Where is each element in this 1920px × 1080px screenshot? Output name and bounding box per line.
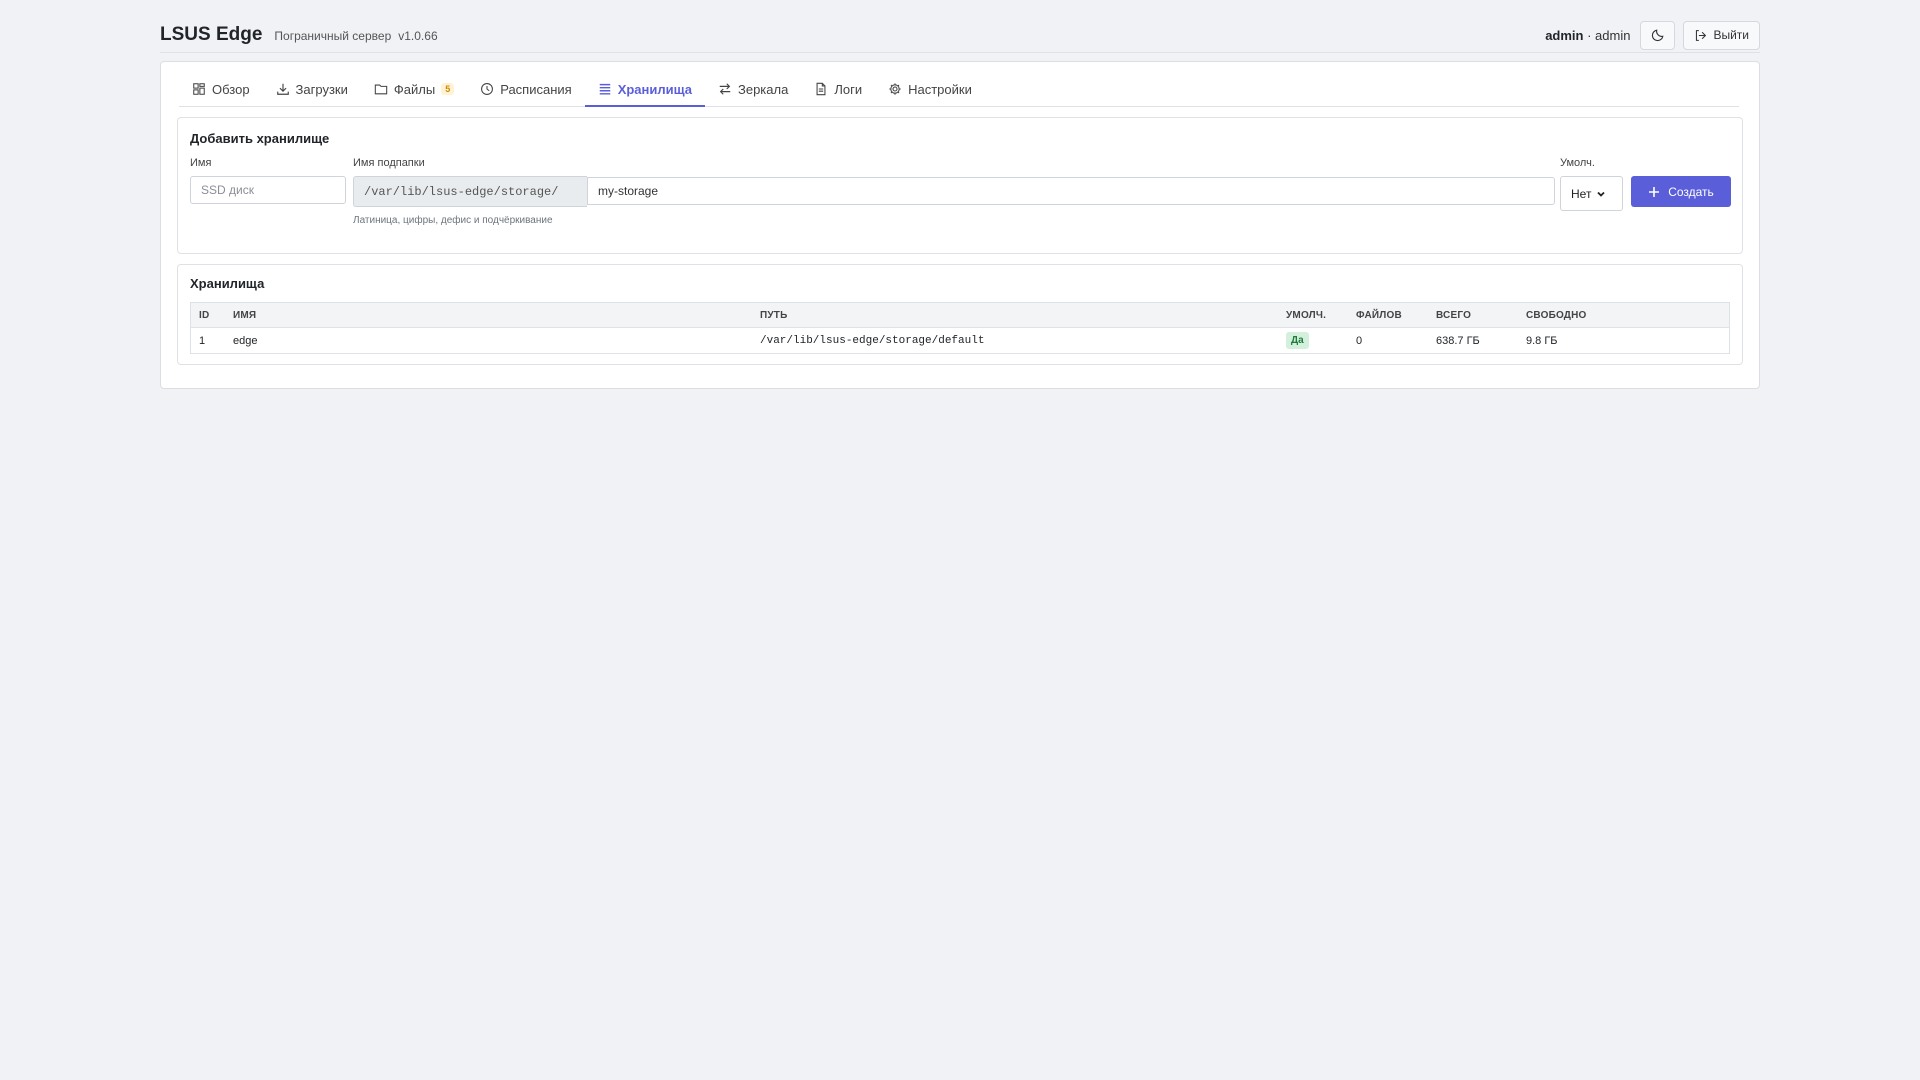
header-divider [160,52,1760,53]
tab-schedules[interactable]: Расписания [467,73,584,107]
storages-card: Хранилища ID ИМЯ ПУТЬ УМОЛЧ. ФАЙЛОВ ВСЕГ… [177,264,1743,365]
tab-downloads[interactable]: Загрузки [263,73,361,107]
folder-icon [374,84,388,95]
brand: LSUS Edge Пограничный сервер v1.0.66 [160,24,438,46]
cell-free: 9.8 ГБ [1526,334,1558,347]
chevron-down-icon [1597,191,1606,197]
user-name: admin [1545,27,1584,43]
app-header: LSUS Edge Пограничный сервер v1.0.66 adm… [160,18,1760,52]
cell-total: 638.7 ГБ [1436,334,1480,347]
col-free: СВОБОДНО [1518,302,1730,328]
theme-toggle-button[interactable] [1640,20,1676,50]
files-count-badge: 5 [441,83,455,95]
col-id: ID [190,302,225,328]
main-panel: Обзор Загрузки Файлы 5 Расписания Хранил… [160,61,1760,389]
cell-default: Да [1278,328,1348,354]
tab-storages[interactable]: Хранилища [584,73,705,107]
plus-icon [1649,186,1660,197]
gear-icon [889,83,901,95]
cell-files: 0 [1356,334,1363,347]
swap-icon [719,83,731,95]
subfolder-input[interactable] [587,177,1555,205]
tab-bar: Обзор Загрузки Файлы 5 Расписания Хранил… [179,73,1739,107]
tab-mirrors[interactable]: Зеркала [705,73,801,107]
tab-label: Зеркала [737,81,789,97]
add-storage-card: Добавить хранилище Имя Имя подпапки /var… [177,117,1743,254]
name-label: Имя [190,157,212,169]
storages-table: ID ИМЯ ПУТЬ УМОЛЧ. ФАЙЛОВ ВСЕГО СВОБОДНО… [190,302,1730,354]
name-input[interactable] [190,176,346,204]
cell-name: edge [233,334,258,347]
moon-icon [1651,29,1664,42]
tab-overview[interactable]: Обзор [179,73,263,107]
user-info: admin · admin [1545,27,1631,43]
col-files: ФАЙЛОВ [1348,302,1428,328]
tab-settings[interactable]: Настройки [875,73,985,107]
logout-icon [1696,29,1707,41]
subfolder-label: Имя подпапки [353,157,425,169]
storages-title: Хранилища [190,276,265,291]
tab-files[interactable]: Файлы 5 [361,73,467,107]
clock-icon [481,83,494,95]
cell-id: 1 [199,334,206,347]
logout-label: Выйти [1713,28,1749,42]
create-button[interactable]: Создать [1631,176,1731,207]
user-role: admin [1595,27,1631,43]
tab-label: Файлы [393,81,436,97]
default-label: Умолч. [1560,157,1595,169]
list-icon [599,83,610,95]
default-select-value: Нет [1571,186,1592,201]
user-area: admin · admin Выйти [1545,20,1760,50]
app-title: LSUS Edge [160,24,263,45]
table-row: 1 edge /var/lib/lsus-edge/storage/defaul… [191,328,1730,354]
table-header-row: ID ИМЯ ПУТЬ УМОЛЧ. ФАЙЛОВ ВСЕГО СВОБОДНО [190,302,1730,328]
app-version: v1.0.66 [398,29,438,43]
path-prefix: /var/lib/lsus-edge/storage/ [353,176,587,207]
default-badge: Да [1286,332,1309,349]
tab-logs[interactable]: Логи [801,73,875,107]
create-label: Создать [1668,184,1714,199]
tab-label: Логи [834,81,863,97]
col-path: ПУТЬ [752,302,1278,328]
tab-label: Хранилища [617,81,692,97]
tab-label: Загрузки [295,81,348,97]
file-icon [816,82,826,96]
cell-path: /var/lib/lsus-edge/storage/default [760,334,985,347]
col-total: ВСЕГО [1428,302,1518,328]
default-select[interactable]: Нет [1560,176,1623,211]
app-subtitle: Пограничный сервер [274,29,392,43]
col-default: УМОЛЧ. [1278,302,1348,328]
download-icon [276,83,289,95]
add-storage-title: Добавить хранилище [190,131,330,146]
subfolder-help: Латиница, цифры, дефис и подчёркивание [353,215,553,226]
tab-label: Настройки [908,81,972,97]
grid-icon [193,83,205,95]
logout-button[interactable]: Выйти [1683,20,1760,50]
col-name: ИМЯ [225,302,752,328]
tab-label: Расписания [500,81,572,97]
tab-label: Обзор [212,81,250,97]
